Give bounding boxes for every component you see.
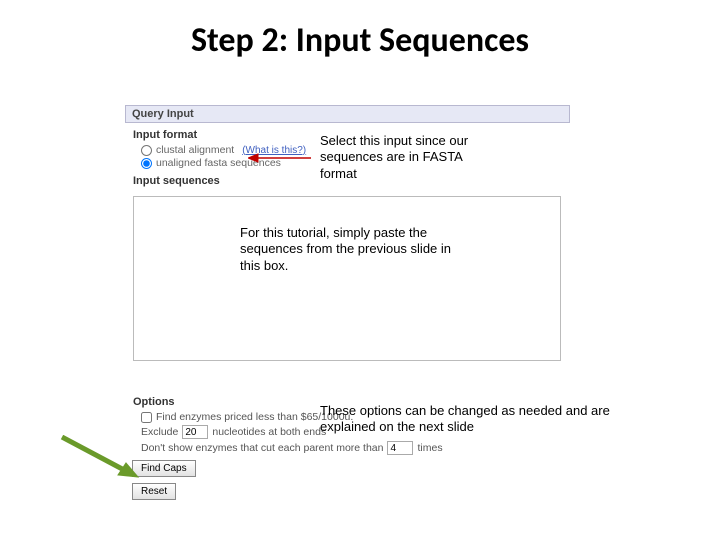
opt-price-checkbox[interactable] (141, 412, 152, 423)
radio-fasta-input[interactable] (141, 158, 152, 169)
opt-exclude-post: nucleotides at both ends (212, 426, 326, 438)
arrow-icon (60, 435, 140, 485)
opt-cut-post: times (417, 442, 442, 454)
sequences-textarea[interactable] (133, 196, 561, 361)
button-row: Find Caps Reset (132, 460, 196, 500)
query-input-header: Query Input (125, 105, 570, 123)
find-caps-button[interactable]: Find Caps (132, 460, 196, 477)
radio-clustal-label: clustal alignment (156, 144, 234, 156)
callout-options: These options can be changed as needed a… (320, 403, 610, 436)
opt-exclude-pre: Exclude (141, 426, 178, 438)
opt-exclude-input[interactable] (182, 425, 208, 439)
callout-paste-sequences: For this tutorial, simply paste the sequ… (240, 225, 460, 274)
callout-select-fasta: Select this input since our sequences ar… (320, 133, 500, 182)
opt-cut-pre: Don't show enzymes that cut each parent … (141, 442, 383, 454)
slide-title: Step 2: Input Sequences (0, 20, 720, 61)
arrow-icon (248, 152, 312, 164)
opt-cut-input[interactable] (387, 441, 413, 455)
radio-clustal-input[interactable] (141, 145, 152, 156)
opt-cut: Don't show enzymes that cut each parent … (141, 441, 570, 455)
reset-button[interactable]: Reset (132, 483, 176, 500)
